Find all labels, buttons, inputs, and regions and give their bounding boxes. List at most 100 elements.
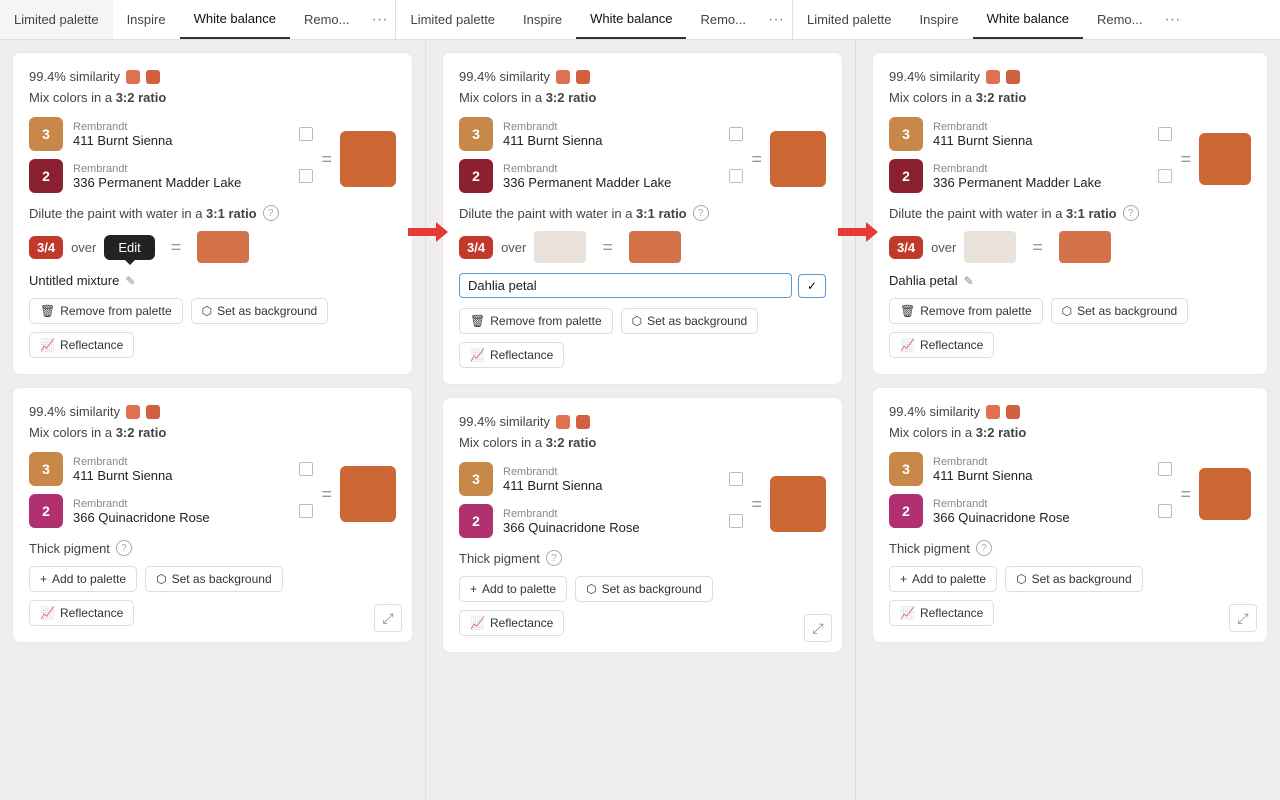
paint-checkbox-2-2-b[interactable] — [729, 514, 743, 528]
color-dot-1-2-b — [146, 405, 160, 419]
paint-checkbox-3-1-a[interactable] — [1158, 127, 1172, 141]
paint-checkbox-2-2-a[interactable] — [729, 472, 743, 486]
similarity-row-1-1: 99.4% similarity — [29, 69, 396, 84]
info-icon-1-1[interactable]: ? — [263, 205, 279, 221]
tab-remo-2[interactable]: Remo... — [686, 0, 760, 39]
action-buttons-3-1: 🗑 Remove from palette ⬡ Set as backgroun… — [889, 298, 1251, 324]
tab-remo-3[interactable]: Remo... — [1083, 0, 1157, 39]
set-as-background-btn-1-2[interactable]: ⬡ Set as background — [145, 566, 283, 592]
tab-white-balance-3[interactable]: White balance — [973, 0, 1083, 39]
color-dot-2-1-b — [576, 70, 590, 84]
paint-info-2-2-a: Rembrandt 411 Burnt Sienna — [503, 466, 719, 493]
set-as-background-btn-2-1[interactable]: ⬡ Set as background — [621, 308, 759, 334]
tab-limited-palette-1[interactable]: Limited palette — [0, 0, 113, 39]
reflectance-btn-3-1[interactable]: 📈 Reflectance — [889, 332, 994, 358]
tab-inspire-2[interactable]: Inspire — [509, 0, 576, 39]
similarity-text-1-1: 99.4% similarity — [29, 69, 120, 84]
chart-icon-3-1: 📈 — [900, 338, 915, 352]
similarity-row-2-2: 99.4% similarity — [459, 414, 826, 429]
tab-inspire-1[interactable]: Inspire — [113, 0, 180, 39]
paint-brand-2-1-a: Rembrandt — [503, 121, 719, 133]
dilute-row-1-2: Thick pigment ? — [29, 540, 396, 556]
reflectance-btn-1-2[interactable]: 📈 Reflectance — [29, 600, 134, 626]
arrow-1-2 — [408, 40, 448, 800]
tab-remo-1[interactable]: Remo... — [290, 0, 364, 39]
add-to-palette-btn-1-2[interactable]: + Add to palette — [29, 566, 137, 592]
edit-tooltip[interactable]: Edit — [104, 235, 154, 260]
paint-badge-3-2-a: 3 — [889, 452, 923, 486]
set-as-background-btn-2-2[interactable]: ⬡ Set as background — [575, 576, 713, 602]
background-icon-2-1: ⬡ — [632, 314, 642, 328]
color-dot-1-2-a — [126, 405, 140, 419]
add-to-palette-btn-3-2[interactable]: + Add to palette — [889, 566, 997, 592]
dilute-text-1-1: Dilute the paint with water in a 3:1 rat… — [29, 206, 257, 221]
similarity-row-3-1: 99.4% similarity — [889, 69, 1251, 84]
paint-name-1-1-a: 411 Burnt Sienna — [73, 133, 289, 148]
pencil-icon-3-1[interactable]: ✎ — [964, 274, 974, 288]
tab-inspire-3[interactable]: Inspire — [906, 0, 973, 39]
equals-1-2: = — [321, 484, 332, 505]
reflectance-btn-2-2[interactable]: 📈 Reflectance — [459, 610, 564, 636]
set-as-background-btn-3-2[interactable]: ⬡ Set as background — [1005, 566, 1143, 592]
paint-checkbox-1-2-a[interactable] — [299, 462, 313, 476]
dilute-row-2-1: Dilute the paint with water in a 3:1 rat… — [459, 205, 826, 221]
add-to-palette-btn-2-2[interactable]: + Add to palette — [459, 576, 567, 602]
action-buttons-3-2: + Add to palette ⬡ Set as background — [889, 566, 1251, 592]
confirm-name-btn-2-1[interactable]: ✓ — [798, 274, 826, 298]
paint-badge-3-2-b: 2 — [889, 494, 923, 528]
background-icon-1-2: ⬡ — [156, 572, 166, 586]
paint-row-3-2-a: 3 Rembrandt 411 Burnt Sienna — [889, 452, 1172, 486]
reflectance-btn-2-1[interactable]: 📈 Reflectance — [459, 342, 564, 368]
expand-btn-3-2[interactable]: ⤢ — [1229, 604, 1257, 632]
paint-row-2-1-a: 3 Rembrandt 411 Burnt Sienna — [459, 117, 743, 151]
paint-stack-2-1: 3 Rembrandt 411 Burnt Sienna 2 Rembrandt — [459, 117, 743, 201]
set-as-background-btn-1-1[interactable]: ⬡ Set as background — [191, 298, 329, 324]
paint-checkbox-2-1-a[interactable] — [729, 127, 743, 141]
paint-badge-3-1-a: 3 — [889, 117, 923, 151]
result-swatch-3-1 — [1199, 133, 1251, 185]
column-2: 99.4% similarity Mix colors in a 3:2 rat… — [430, 40, 856, 800]
paint-checkbox-1-2-b[interactable] — [299, 504, 313, 518]
tab-white-balance-2[interactable]: White balance — [576, 0, 686, 39]
remove-from-palette-btn-2-1[interactable]: 🗑 Remove from palette — [459, 308, 613, 334]
paint-checkbox-3-2-b[interactable] — [1158, 504, 1172, 518]
tab-limited-palette-2[interactable]: Limited palette — [396, 0, 509, 39]
reflectance-btn-3-2[interactable]: 📈 Reflectance — [889, 600, 994, 626]
paint-brand-2-2-a: Rembrandt — [503, 466, 719, 478]
paint-checkbox-1-1-a[interactable] — [299, 127, 313, 141]
info-icon-2-1[interactable]: ? — [693, 205, 709, 221]
set-as-background-btn-3-1[interactable]: ⬡ Set as background — [1051, 298, 1189, 324]
card-1-1: 99.4% similarity Mix colors in a 3:2 rat… — [12, 52, 413, 375]
expand-btn-2-2[interactable]: ⤢ — [804, 614, 832, 642]
info-icon-1-2[interactable]: ? — [116, 540, 132, 556]
remove-from-palette-btn-1-1[interactable]: 🗑 Remove from palette — [29, 298, 183, 324]
paint-name-3-1-b: 336 Permanent Madder Lake — [933, 175, 1148, 190]
remove-from-palette-btn-3-1[interactable]: 🗑 Remove from palette — [889, 298, 1043, 324]
paint-checkbox-1-1-b[interactable] — [299, 169, 313, 183]
tab-more-2[interactable]: ··· — [760, 0, 792, 39]
paint-badge-1-1-b: 2 — [29, 159, 63, 193]
paint-checkbox-3-1-b[interactable] — [1158, 169, 1172, 183]
water-row-1-1: 3/4 over Edit = — [29, 231, 396, 263]
paint-brand-3-1-a: Rembrandt — [933, 121, 1148, 133]
mixture-name-input-2-1[interactable] — [459, 273, 792, 298]
paint-result-row-1-1: 3 Rembrandt 411 Burnt Sienna 2 Rembrandt — [29, 117, 396, 201]
mix-ratio-2-2: Mix colors in a 3:2 ratio — [459, 435, 826, 450]
tab-white-balance-1[interactable]: White balance — [180, 0, 290, 39]
paint-checkbox-3-2-a[interactable] — [1158, 462, 1172, 476]
equals-2-1: = — [751, 149, 762, 170]
tab-limited-palette-3[interactable]: Limited palette — [793, 0, 906, 39]
info-icon-3-1[interactable]: ? — [1123, 205, 1139, 221]
paint-badge-2-1-b: 2 — [459, 159, 493, 193]
info-icon-3-2[interactable]: ? — [976, 540, 992, 556]
expand-btn-1-2[interactable]: ⤢ — [374, 604, 402, 632]
tab-more-3[interactable]: ··· — [1156, 0, 1188, 39]
tab-more-1[interactable]: ··· — [364, 0, 396, 39]
action-buttons-2-1: 🗑 Remove from palette ⬡ Set as backgroun… — [459, 308, 826, 334]
diluted-swatch-1-1 — [197, 231, 249, 263]
info-icon-2-2[interactable]: ? — [546, 550, 562, 566]
similarity-text-2-1: 99.4% similarity — [459, 69, 550, 84]
reflectance-btn-1-1[interactable]: 📈 Reflectance — [29, 332, 134, 358]
pencil-icon-1-1[interactable]: ✎ — [125, 274, 135, 288]
paint-checkbox-2-1-b[interactable] — [729, 169, 743, 183]
